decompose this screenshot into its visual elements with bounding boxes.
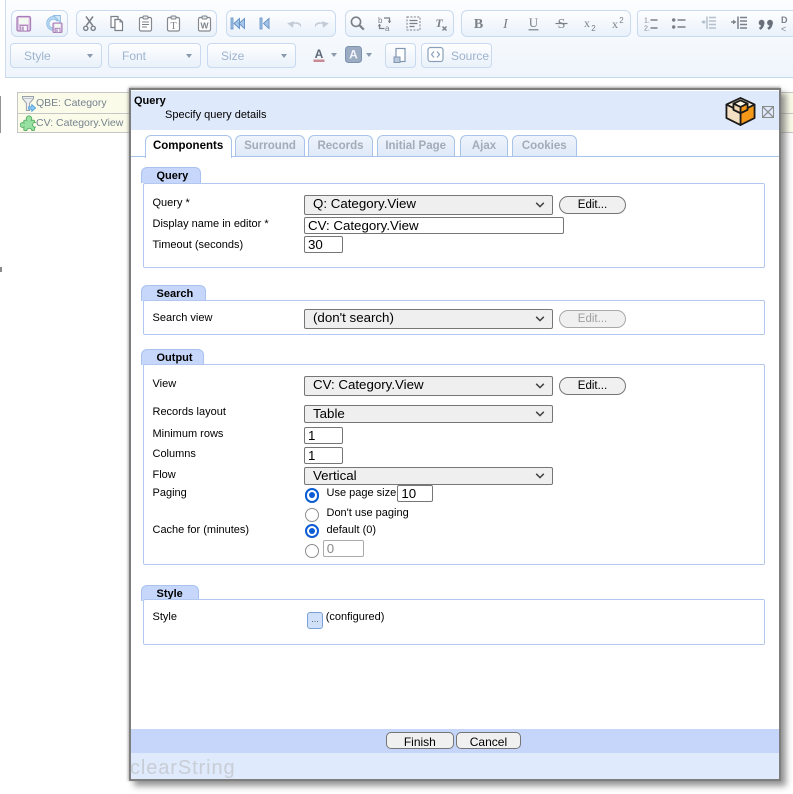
svg-text:2.: 2.: [644, 25, 650, 32]
svg-text:W: W: [200, 20, 209, 30]
svg-text:2: 2: [619, 16, 624, 25]
svg-text:x: x: [584, 16, 590, 30]
svg-text:A: A: [349, 48, 358, 62]
svg-text:<: <: [781, 24, 786, 33]
svg-text:S: S: [558, 17, 566, 32]
svg-text:2: 2: [591, 24, 596, 33]
svg-text:1.: 1.: [644, 17, 650, 24]
svg-text:U: U: [529, 15, 539, 30]
svg-text:A: A: [315, 47, 324, 61]
svg-text:x: x: [612, 17, 618, 31]
svg-text:T: T: [170, 21, 176, 32]
svg-text:a: a: [385, 24, 390, 33]
svg-text:b: b: [378, 16, 383, 25]
svg-text:B: B: [474, 17, 483, 32]
svg-text:I: I: [502, 17, 509, 32]
svg-text:T: T: [435, 16, 443, 30]
